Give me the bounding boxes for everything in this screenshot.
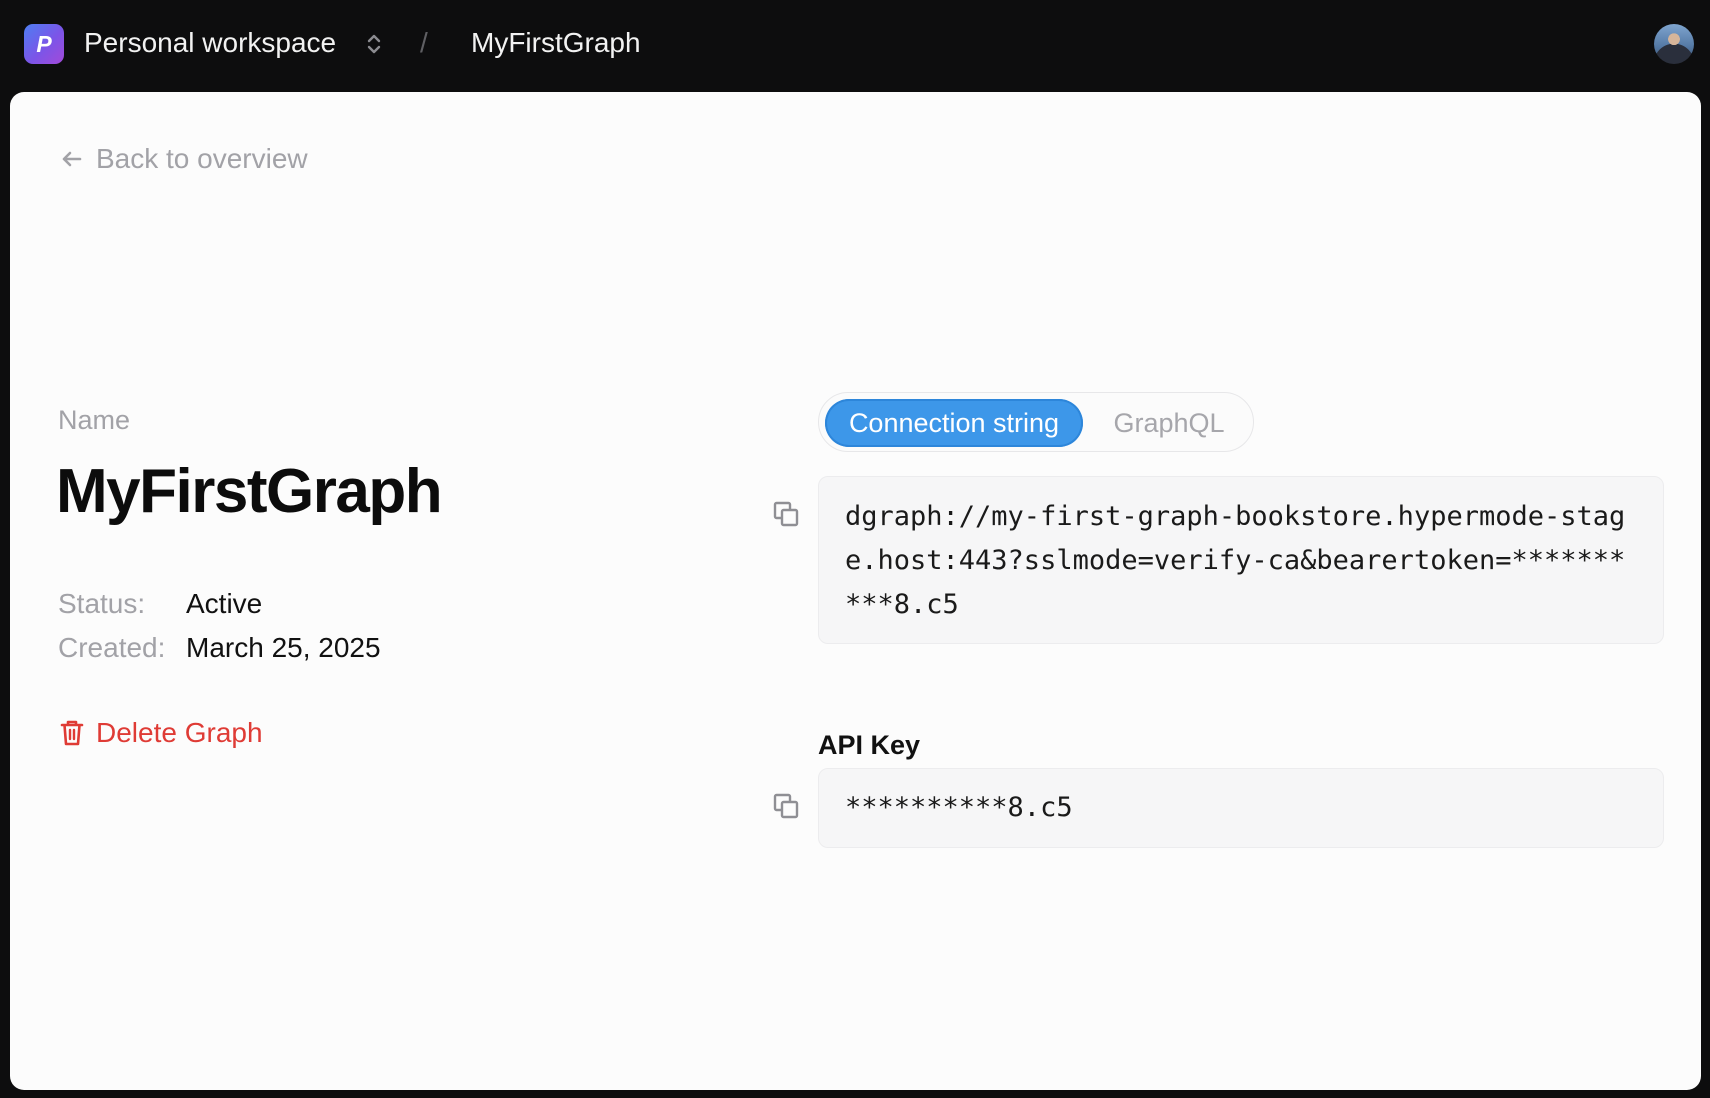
status-row: Status: Active [58,582,381,626]
chevron-up-down-icon[interactable] [364,30,384,58]
tab-graphql[interactable]: GraphQL [1099,399,1239,447]
status-label: Status: [58,588,146,619]
breadcrumb-graph[interactable]: MyFirstGraph [471,26,641,60]
name-label: Name [58,405,131,435]
copy-icon[interactable] [772,792,800,820]
workspace-logo-letter: P [36,30,52,57]
connection-string-field[interactable]: dgraph://my-first-graph-bookstore.hyperm… [818,476,1664,644]
avatar[interactable] [1654,24,1694,64]
connection-tabs: Connection string GraphQL [818,392,1254,452]
status-value: Active [186,588,263,619]
back-to-overview-link[interactable]: Back to overview [58,142,308,176]
delete-graph-button[interactable]: Delete Graph [58,716,263,750]
arrow-left-icon [62,151,82,167]
tab-connection-string[interactable]: Connection string [825,399,1083,447]
copy-icon[interactable] [772,500,800,528]
created-row: Created: March 25, 2025 [58,626,381,670]
workspace-name[interactable]: Personal workspace [84,26,336,60]
created-value: March 25, 2025 [186,632,381,663]
back-link-label: Back to overview [96,143,308,174]
trash-icon [60,720,84,746]
graph-meta: Status: Active Created: March 25, 2025 [58,582,381,670]
breadcrumb-separator: / [420,27,428,58]
top-bar: P Personal workspace / MyFirstGraph [0,0,1710,92]
main-card: Back to overview Name MyFirstGraph Statu… [10,92,1701,1090]
api-key-field[interactable]: **********8.c5 [818,768,1664,848]
delete-graph-label: Delete Graph [96,717,263,748]
workspace-logo[interactable]: P [24,24,64,64]
graph-title: MyFirstGraph [56,457,443,526]
api-key-label: API Key [818,730,921,760]
created-label: Created: [58,632,166,663]
